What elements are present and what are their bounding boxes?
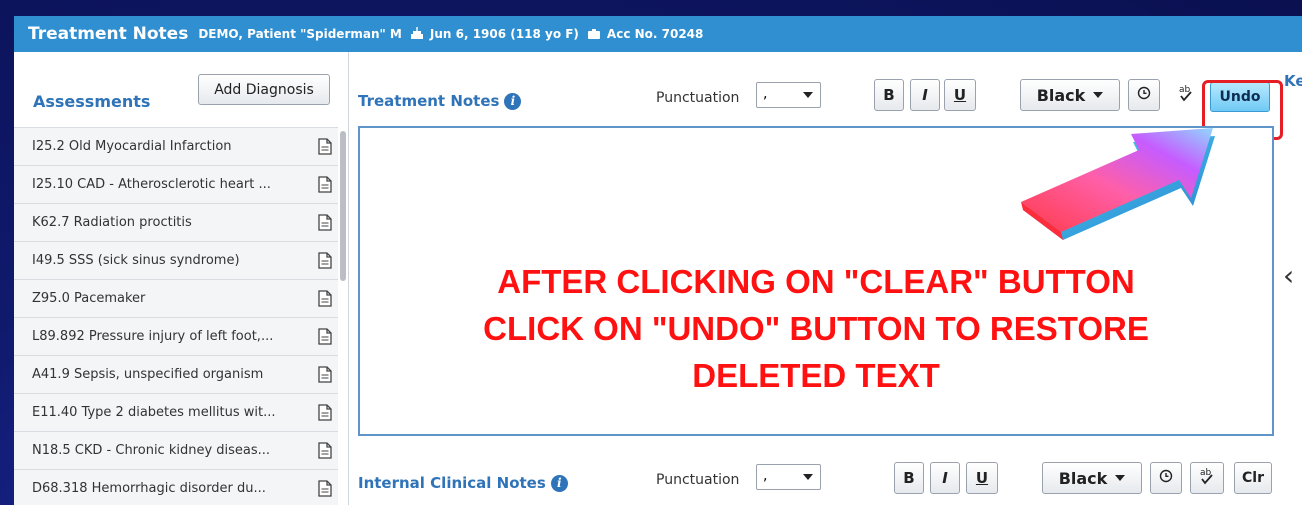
diagnosis-label: N18.5 CKD - Chronic kidney diseas... bbox=[32, 443, 271, 458]
assessments-header: Assessments Add Diagnosis bbox=[14, 52, 348, 126]
chevron-left-icon[interactable]: ‹ bbox=[1283, 259, 1294, 292]
document-icon[interactable] bbox=[318, 366, 332, 387]
clock-icon bbox=[1137, 86, 1151, 104]
text-color-label: Black bbox=[1036, 85, 1086, 105]
scrollbar-thumb[interactable] bbox=[340, 131, 346, 281]
treatment-notes-title: Treatment Notes bbox=[358, 92, 500, 110]
text-color-dropdown[interactable]: Black bbox=[1020, 79, 1120, 111]
list-item[interactable]: E11.40 Type 2 diabetes mellitus wit... bbox=[14, 393, 338, 431]
briefcase-icon bbox=[587, 25, 601, 44]
diagnosis-label: Z95.0 Pacemaker bbox=[32, 291, 146, 306]
document-icon[interactable] bbox=[318, 176, 332, 197]
treatment-notes-heading: Treatment Notes i bbox=[358, 92, 522, 110]
chevron-down-icon bbox=[803, 474, 813, 480]
window-title: Treatment Notes bbox=[28, 24, 189, 44]
document-icon[interactable] bbox=[318, 480, 332, 501]
add-diagnosis-button[interactable]: Add Diagnosis bbox=[198, 74, 330, 105]
chevron-down-icon bbox=[803, 92, 813, 98]
diagnosis-label: L89.892 Pressure injury of left foot,... bbox=[32, 329, 274, 344]
info-icon[interactable]: i bbox=[504, 93, 522, 110]
diagnosis-list: I25.2 Old Myocardial Infarction I25.10 C… bbox=[14, 127, 338, 505]
pointer-arrow-icon bbox=[1021, 128, 1215, 240]
list-item[interactable]: A41.9 Sepsis, unspecified organism bbox=[14, 355, 338, 393]
info-icon[interactable]: i bbox=[550, 475, 568, 492]
punctuation-value: , bbox=[763, 86, 768, 102]
title-bar: Treatment Notes DEMO, Patient "Spiderman… bbox=[14, 16, 1302, 52]
document-icon[interactable] bbox=[318, 138, 332, 159]
spellcheck-button[interactable]: ab bbox=[1168, 79, 1204, 111]
diagnosis-label: A41.9 Sepsis, unspecified organism bbox=[32, 367, 264, 382]
patient-name: DEMO, Patient "Spiderman" M bbox=[198, 27, 402, 41]
document-icon[interactable] bbox=[318, 404, 332, 425]
diagnosis-label: K62.7 Radiation proctitis bbox=[32, 215, 192, 230]
document-icon[interactable] bbox=[318, 252, 332, 273]
instruction-line: CLICK ON "UNDO" BUTTON TO RESTORE bbox=[483, 310, 1149, 347]
list-item[interactable]: N18.5 CKD - Chronic kidney diseas... bbox=[14, 431, 338, 469]
birthday-cake-icon bbox=[410, 25, 424, 44]
clock-icon bbox=[1159, 469, 1173, 487]
punctuation-value: , bbox=[763, 468, 768, 484]
internal-notes-heading: Internal Clinical Notes i bbox=[358, 474, 568, 492]
list-item[interactable]: Z95.0 Pacemaker bbox=[14, 279, 338, 317]
document-icon[interactable] bbox=[318, 290, 332, 311]
list-item[interactable]: I49.5 SSS (sick sinus syndrome) bbox=[14, 241, 338, 279]
instruction-annotation: AFTER CLICKING ON "CLEAR" BUTTON CLICK O… bbox=[360, 258, 1272, 399]
list-item[interactable]: L89.892 Pressure injury of left foot,... bbox=[14, 317, 338, 355]
underline-button[interactable]: U bbox=[944, 79, 976, 111]
bold-button[interactable]: B bbox=[894, 462, 924, 494]
diagnosis-label: I49.5 SSS (sick sinus syndrome) bbox=[32, 253, 240, 268]
assessments-scrollbar[interactable] bbox=[339, 127, 347, 505]
punctuation-select[interactable]: , bbox=[756, 464, 821, 490]
list-item[interactable]: I25.10 CAD - Atherosclerotic heart ... bbox=[14, 165, 338, 203]
caret-down-icon bbox=[1093, 92, 1104, 98]
spellcheck-button[interactable]: ab bbox=[1190, 462, 1224, 494]
punctuation-select[interactable]: , bbox=[756, 82, 821, 108]
spellcheck-icon: ab bbox=[1176, 83, 1196, 107]
text-color-label: Black bbox=[1058, 468, 1108, 488]
clear-button[interactable]: Clr bbox=[1234, 462, 1272, 494]
assessments-panel: Assessments Add Diagnosis I25.2 Old Myoc… bbox=[14, 52, 349, 505]
diagnosis-label: I25.2 Old Myocardial Infarction bbox=[32, 139, 232, 154]
list-item[interactable]: D68.318 Hemorrhagic disorder du... bbox=[14, 469, 338, 505]
instruction-line: AFTER CLICKING ON "CLEAR" BUTTON bbox=[497, 263, 1135, 300]
diagnosis-label: D68.318 Hemorrhagic disorder du... bbox=[32, 481, 266, 496]
document-icon[interactable] bbox=[318, 328, 332, 349]
italic-button[interactable]: I bbox=[910, 79, 940, 111]
timestamp-button[interactable] bbox=[1150, 462, 1182, 494]
patient-dob: Jun 6, 1906 (118 yo F) bbox=[429, 27, 579, 41]
diagnosis-label: I25.10 CAD - Atherosclerotic heart ... bbox=[32, 177, 271, 192]
truncated-section-label: Ke bbox=[1284, 72, 1302, 90]
assessments-title: Assessments bbox=[33, 92, 151, 111]
punctuation-label: Punctuation bbox=[656, 472, 740, 488]
list-item[interactable]: I25.2 Old Myocardial Infarction bbox=[14, 127, 338, 165]
account-number: Acc No. 70248 bbox=[606, 27, 704, 41]
list-item[interactable]: K62.7 Radiation proctitis bbox=[14, 203, 338, 241]
diagnosis-label: E11.40 Type 2 diabetes mellitus wit... bbox=[32, 405, 276, 420]
timestamp-button[interactable] bbox=[1128, 79, 1160, 111]
italic-button[interactable]: I bbox=[930, 462, 960, 494]
text-color-dropdown[interactable]: Black bbox=[1042, 462, 1142, 494]
bold-button[interactable]: B bbox=[874, 79, 904, 111]
document-icon[interactable] bbox=[318, 442, 332, 463]
spellcheck-icon: ab bbox=[1197, 466, 1217, 490]
underline-button[interactable]: U bbox=[966, 462, 998, 494]
treatment-notes-window: Treatment Notes DEMO, Patient "Spiderman… bbox=[14, 16, 1302, 505]
treatment-notes-editor[interactable]: AFTER CLICKING ON "CLEAR" BUTTON CLICK O… bbox=[358, 126, 1274, 436]
punctuation-label: Punctuation bbox=[656, 90, 740, 106]
caret-down-icon bbox=[1115, 475, 1126, 481]
document-icon[interactable] bbox=[318, 214, 332, 235]
internal-notes-title: Internal Clinical Notes bbox=[358, 474, 546, 492]
instruction-line: DELETED TEXT bbox=[692, 357, 940, 394]
